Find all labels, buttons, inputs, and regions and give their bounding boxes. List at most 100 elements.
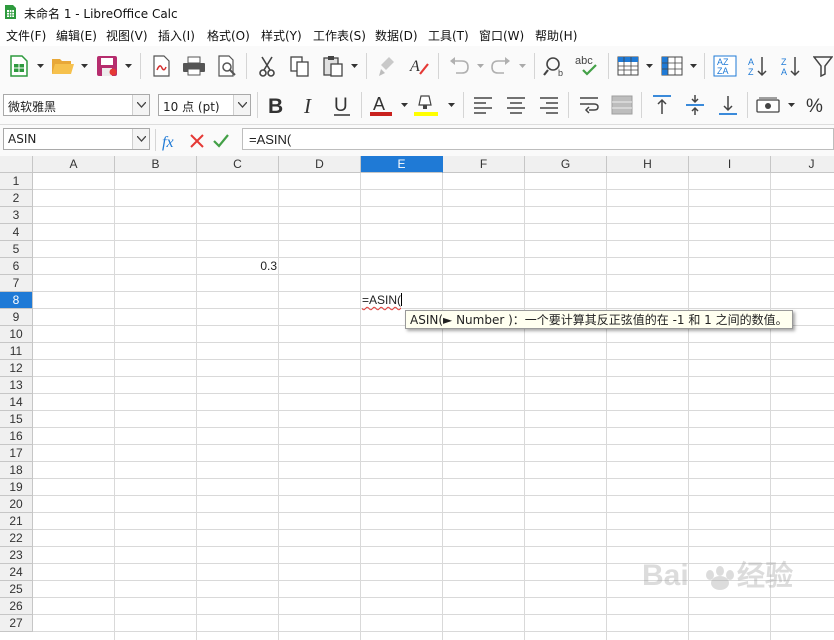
paste-icon[interactable] [320, 53, 346, 79]
italic-icon[interactable]: I [296, 92, 322, 118]
cell-c6[interactable]: 0.3 [197, 258, 277, 274]
column-header-f[interactable]: F [443, 156, 525, 173]
row-header[interactable]: 9 [0, 309, 33, 326]
row-header[interactable]: 26 [0, 598, 33, 615]
wrap-text-icon[interactable] [576, 92, 602, 118]
function-wizard-icon[interactable]: fx [158, 128, 184, 154]
row-header[interactable]: 8 [0, 292, 33, 309]
menu-insert[interactable]: 插入(I) [158, 27, 195, 44]
column-header-h[interactable]: H [607, 156, 689, 173]
row-header[interactable]: 16 [0, 428, 33, 445]
row-header[interactable]: 11 [0, 343, 33, 360]
row-header[interactable]: 25 [0, 581, 33, 598]
sort-ascending-icon[interactable]: AZ [746, 53, 772, 79]
row-header[interactable]: 13 [0, 377, 33, 394]
row-header[interactable]: 19 [0, 479, 33, 496]
row-header[interactable]: 14 [0, 394, 33, 411]
cancel-icon[interactable] [184, 128, 210, 154]
clone-formatting-icon[interactable] [374, 53, 400, 79]
font-size-combo[interactable]: 10 点 (pt) [158, 94, 251, 116]
percent-icon[interactable]: % [803, 92, 829, 118]
highlight-color-icon[interactable] [413, 92, 439, 118]
column-header-d[interactable]: D [279, 156, 361, 173]
underline-icon[interactable]: U [329, 92, 355, 118]
align-right-icon[interactable] [536, 92, 562, 118]
row-header[interactable]: 12 [0, 360, 33, 377]
formula-input[interactable]: =ASIN( [242, 128, 834, 150]
menu-help[interactable]: 帮助(H) [535, 27, 577, 44]
align-center-icon[interactable] [503, 92, 529, 118]
font-name-combo[interactable]: 微软雅黑 [3, 94, 150, 116]
spelling-icon[interactable]: abc [575, 53, 601, 79]
menu-view[interactable]: 视图(V) [106, 27, 148, 44]
export-pdf-icon[interactable] [148, 53, 174, 79]
row-header[interactable]: 27 [0, 615, 33, 632]
menu-window[interactable]: 窗口(W) [479, 27, 524, 44]
row-header[interactable]: 2 [0, 190, 33, 207]
row-header[interactable]: 4 [0, 224, 33, 241]
menu-tools[interactable]: 工具(T) [428, 27, 469, 44]
redo-dropdown-icon[interactable] [518, 53, 526, 79]
menu-edit[interactable]: 编辑(E) [56, 27, 97, 44]
open-folder-icon[interactable] [50, 53, 76, 79]
column-header-c[interactable]: C [197, 156, 279, 173]
row-dropdown-icon[interactable] [645, 53, 653, 79]
open-dropdown-icon[interactable] [80, 53, 88, 79]
row-header[interactable]: 20 [0, 496, 33, 513]
chevron-down-icon[interactable] [132, 95, 149, 115]
row-header[interactable]: 22 [0, 530, 33, 547]
row-icon[interactable] [615, 53, 641, 79]
accept-icon[interactable] [208, 128, 234, 154]
redo-icon[interactable] [488, 53, 514, 79]
menu-format[interactable]: 格式(O) [207, 27, 250, 44]
menu-sheet[interactable]: 工作表(S) [313, 27, 366, 44]
chevron-down-icon[interactable] [132, 129, 149, 149]
align-left-icon[interactable] [470, 92, 496, 118]
number-format-currency-icon[interactable] [755, 92, 781, 118]
row-header[interactable]: 5 [0, 241, 33, 258]
column-icon[interactable] [659, 53, 685, 79]
merge-cells-icon[interactable] [609, 92, 635, 118]
sort-icon[interactable]: AZ ZA [712, 53, 738, 79]
name-box[interactable]: ASIN [3, 128, 150, 150]
cell-e8-editing[interactable]: =ASIN( [362, 292, 442, 308]
row-header[interactable]: 7 [0, 275, 33, 292]
row-header[interactable]: 15 [0, 411, 33, 428]
row-header[interactable]: 17 [0, 445, 33, 462]
align-bottom-icon[interactable] [715, 92, 741, 118]
print-icon[interactable] [181, 53, 207, 79]
find-replace-icon[interactable]: b [542, 53, 568, 79]
column-header-a[interactable]: A [33, 156, 115, 173]
row-header[interactable]: 6 [0, 258, 33, 275]
row-header[interactable]: 10 [0, 326, 33, 343]
menu-styles[interactable]: 样式(Y) [261, 27, 302, 44]
column-header-e[interactable]: E [361, 156, 443, 173]
currency-dropdown-icon[interactable] [787, 92, 795, 118]
sort-descending-icon[interactable]: ZA [779, 53, 805, 79]
save-icon[interactable] [94, 53, 120, 79]
menu-data[interactable]: 数据(D) [375, 27, 418, 44]
row-header[interactable]: 1 [0, 173, 33, 190]
align-top-icon[interactable] [649, 92, 675, 118]
font-color-icon[interactable]: A [368, 92, 394, 118]
column-header-g[interactable]: G [525, 156, 607, 173]
print-preview-icon[interactable] [214, 53, 240, 79]
new-dropdown-icon[interactable] [36, 53, 44, 79]
copy-icon[interactable] [287, 53, 313, 79]
save-dropdown-icon[interactable] [124, 53, 132, 79]
new-document-icon[interactable] [6, 53, 32, 79]
paste-dropdown-icon[interactable] [350, 53, 358, 79]
row-header[interactable]: 23 [0, 547, 33, 564]
column-header-j[interactable]: J [771, 156, 834, 173]
row-header[interactable]: 21 [0, 513, 33, 530]
row-header[interactable]: 3 [0, 207, 33, 224]
menu-file[interactable]: 文件(F) [6, 27, 46, 44]
select-all-corner[interactable] [0, 156, 33, 173]
highlight-dropdown-icon[interactable] [447, 92, 455, 118]
cut-icon[interactable] [254, 53, 280, 79]
chevron-down-icon[interactable] [233, 95, 250, 115]
column-header-b[interactable]: B [115, 156, 197, 173]
row-header[interactable]: 18 [0, 462, 33, 479]
bold-icon[interactable]: B [263, 92, 289, 118]
clear-formatting-icon[interactable]: A [406, 53, 432, 79]
